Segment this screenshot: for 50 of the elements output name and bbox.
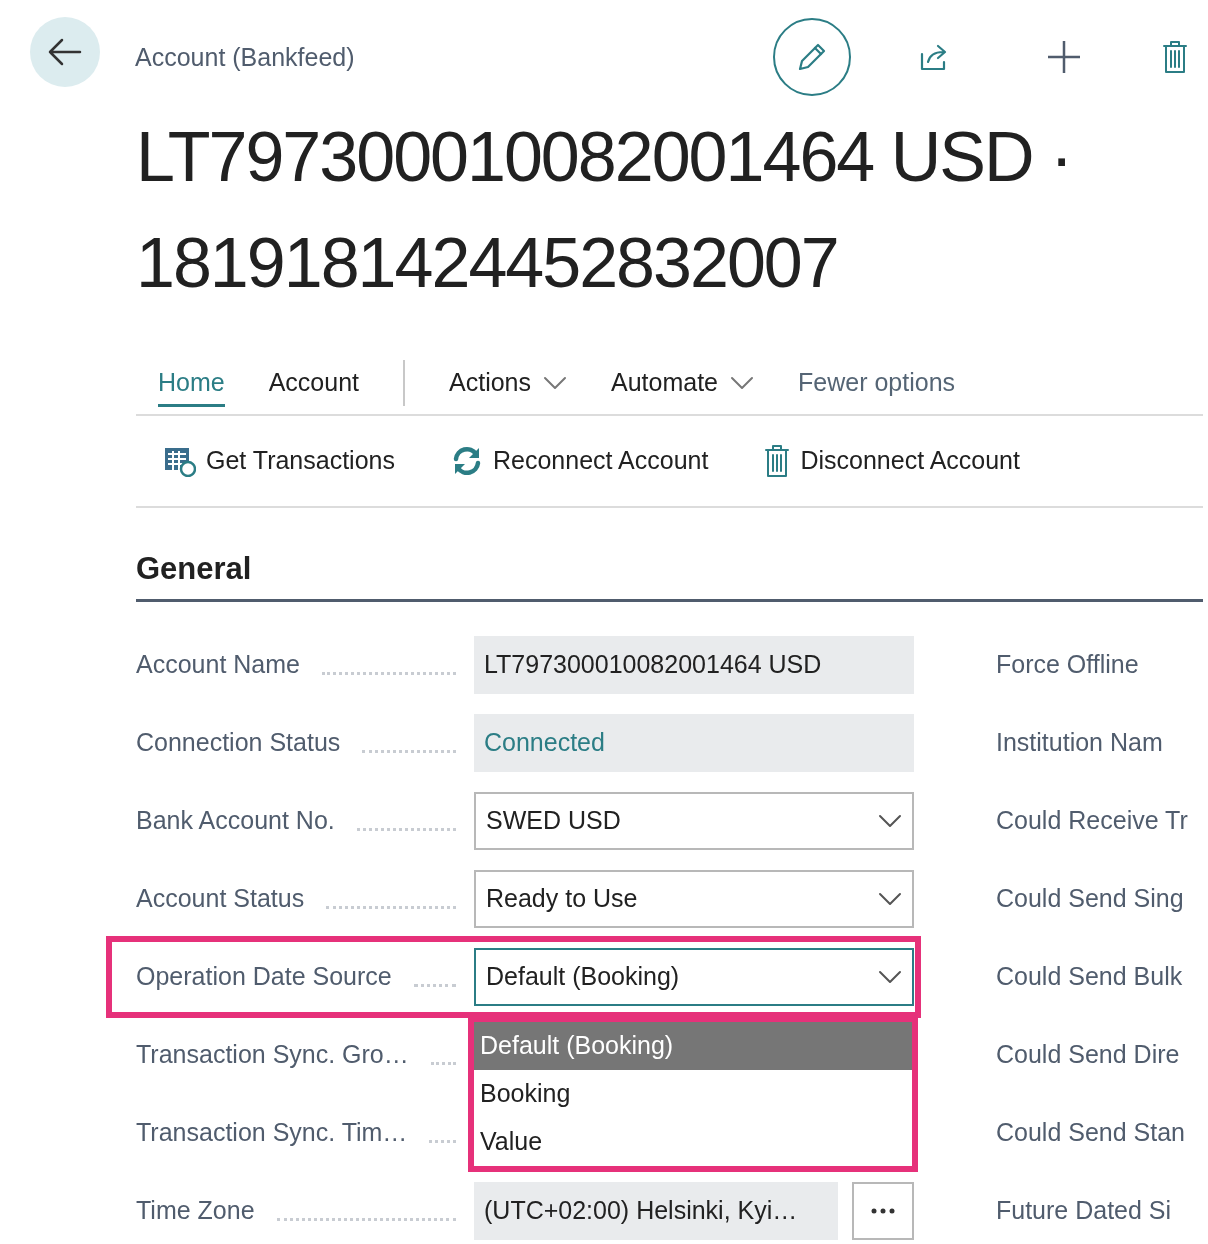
- field-label: Transaction Sync. Tim…: [136, 1116, 408, 1148]
- dropdown-field[interactable]: Ready to Use: [474, 869, 914, 928]
- pencil-icon: [796, 41, 828, 73]
- field-label: Institution Nam: [996, 726, 1163, 758]
- action-button[interactable]: Disconnect Account: [764, 442, 1020, 480]
- toggle-link[interactable]: Fewer options: [776, 361, 978, 405]
- tab[interactable]: Home: [136, 361, 247, 405]
- chevron-down-icon: [543, 376, 567, 390]
- dropdown-field[interactable]: Default (Booking): [474, 947, 914, 1006]
- section-heading: General: [136, 546, 1203, 602]
- field-label: Could Send Sing: [996, 882, 1184, 914]
- refresh-icon: [451, 445, 483, 477]
- readonly-field: (UTC+02:00) Helsinki, Kyi…: [474, 1181, 838, 1240]
- field-label: Transaction Sync. Gro…: [136, 1038, 409, 1070]
- ellipsis-icon: [871, 1207, 895, 1214]
- dropdown-option[interactable]: Value: [474, 1117, 912, 1166]
- dropdown-field[interactable]: SWED USD: [474, 791, 914, 850]
- tab[interactable]: Account: [246, 361, 382, 405]
- chevron-down-icon: [878, 813, 902, 828]
- record-title: LT797300010082001464 USD · 1819181424452832007: [136, 117, 1073, 304]
- action-button[interactable]: Reconnect Account: [451, 442, 709, 480]
- chevron-down-icon: [878, 969, 902, 984]
- field-label: Account Name: [136, 648, 300, 680]
- chevron-down-icon: [730, 376, 755, 390]
- action-button[interactable]: Get Transactions: [164, 442, 395, 480]
- dropdown-option[interactable]: Default (Booking): [474, 1021, 912, 1070]
- field-label: Connection Status: [136, 726, 341, 758]
- chevron-down-icon: [878, 891, 902, 906]
- field-label: Account Status: [136, 882, 305, 914]
- field-label: Operation Date Source: [136, 960, 392, 992]
- menu-button[interactable]: Automate: [589, 361, 777, 405]
- field-label: Could Receive Tr: [996, 804, 1188, 836]
- calendar-refresh-icon: [164, 445, 196, 477]
- field-label: Force Offline: [996, 648, 1139, 680]
- field-label: Time Zone: [136, 1194, 255, 1226]
- trash-icon: [764, 444, 791, 478]
- field-label: Could Send Bulk: [996, 960, 1183, 992]
- field-label: Future Dated Si: [996, 1194, 1172, 1226]
- field-label: Could Send Dire: [996, 1038, 1180, 1070]
- trash-icon: [1162, 40, 1188, 74]
- menu-button[interactable]: Actions: [427, 361, 589, 405]
- plus-icon: [1046, 39, 1082, 75]
- field-label: Could Send Stan: [996, 1116, 1186, 1148]
- field-label: Bank Account No.: [136, 804, 335, 836]
- dropdown-option[interactable]: Booking: [474, 1069, 912, 1118]
- edit-button[interactable]: [773, 18, 851, 96]
- readonly-field: LT797300010082001464 USD: [474, 635, 914, 694]
- breadcrumb-text: Account (Bankfeed): [135, 42, 355, 73]
- back-arrow-icon: [48, 38, 82, 66]
- readonly-field: Connected: [474, 713, 914, 772]
